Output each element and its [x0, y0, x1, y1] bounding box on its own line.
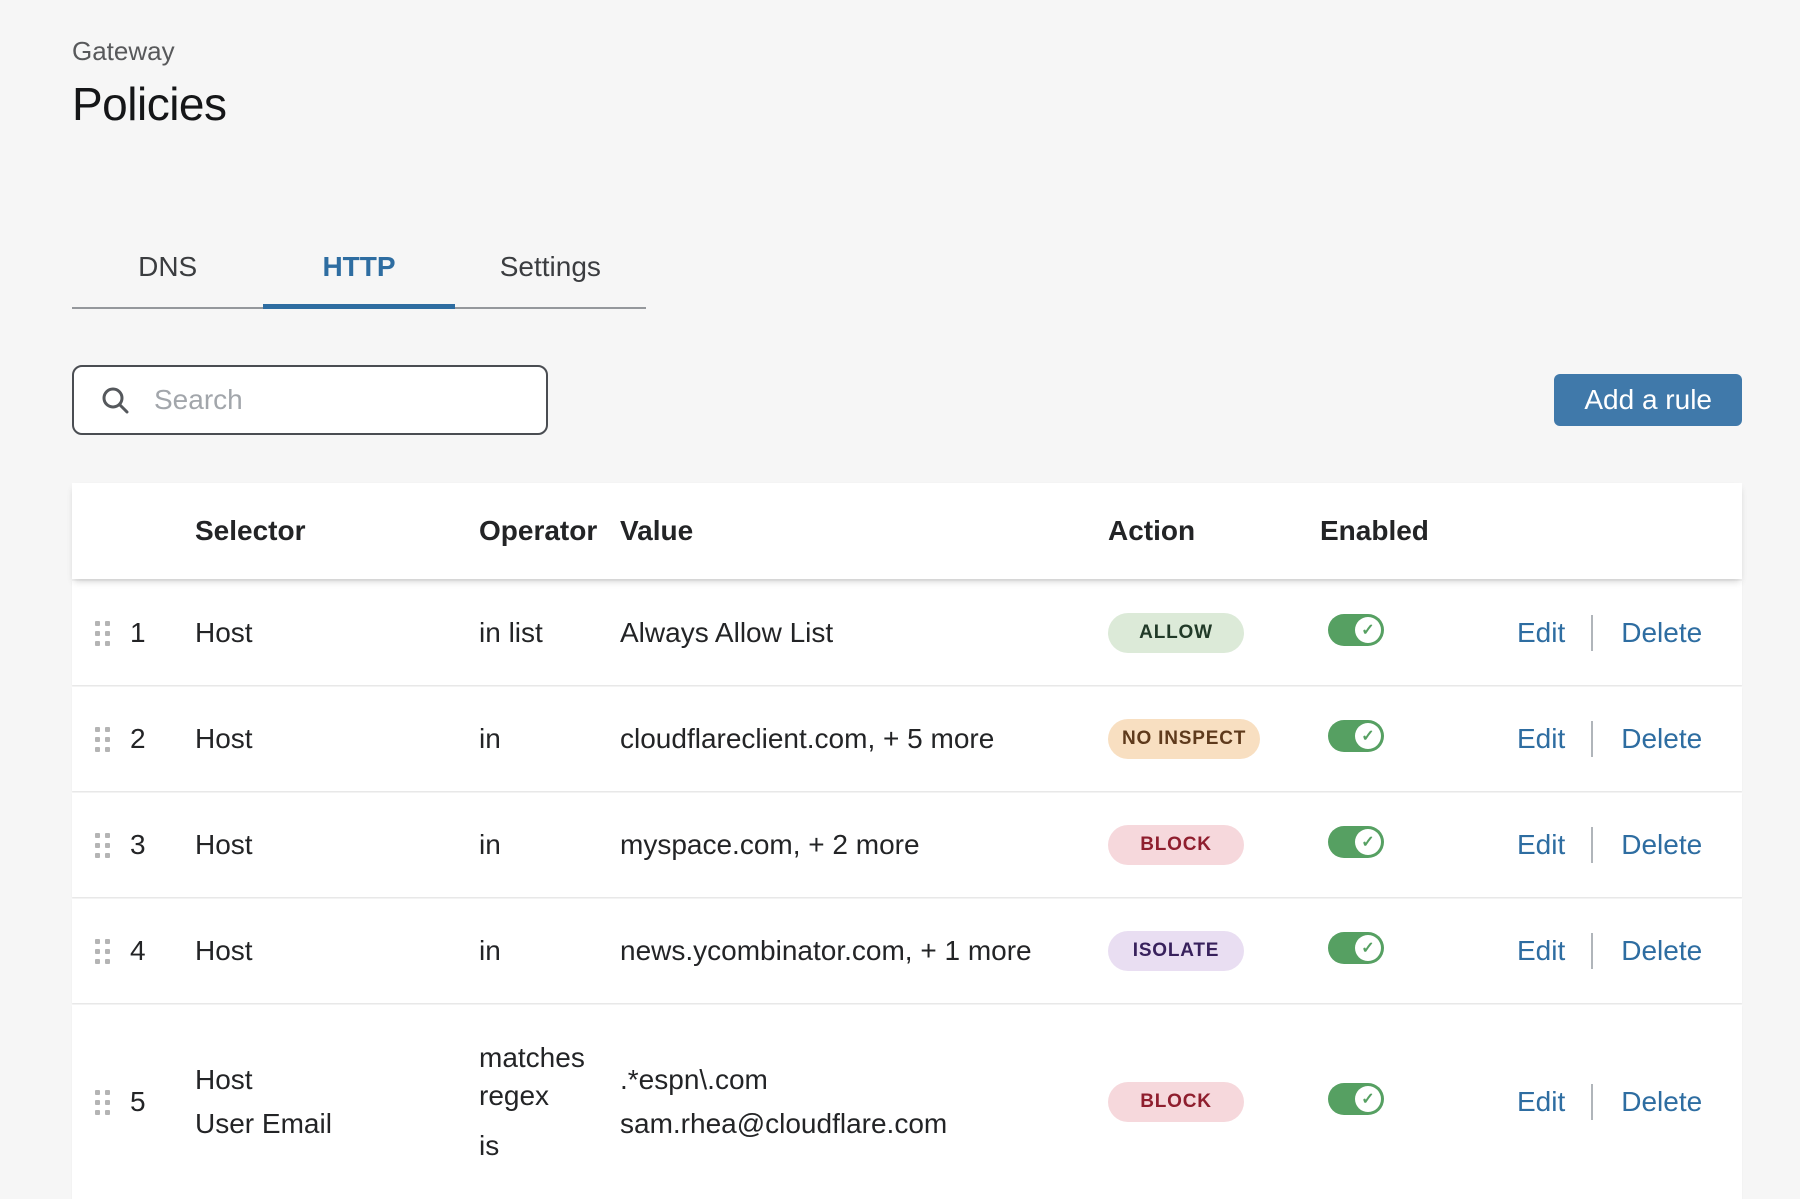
toolbar: Add a rule — [72, 365, 1742, 435]
action-badge: NO INSPECT — [1108, 719, 1260, 759]
add-rule-button[interactable]: Add a rule — [1554, 374, 1742, 426]
search-icon — [100, 385, 130, 415]
header-action: Action — [1108, 515, 1320, 547]
action-badge: BLOCK — [1108, 825, 1244, 865]
row-number: 1 — [130, 617, 146, 649]
row-number: 4 — [130, 935, 146, 967]
header-selector: Selector — [195, 515, 479, 547]
selector-cell: Host User Email — [195, 1064, 479, 1140]
breadcrumb: Gateway — [72, 36, 1742, 67]
row-number: 5 — [130, 1086, 146, 1118]
operator-cell: in list — [479, 617, 620, 649]
toggle-check-icon: ✓ — [1355, 723, 1381, 749]
enabled-toggle[interactable]: ✓ — [1328, 932, 1384, 964]
table-header: Selector Operator Value Action Enabled — [72, 483, 1742, 579]
selector-line: Host — [195, 1064, 479, 1096]
tab-dns[interactable]: DNS — [72, 235, 263, 309]
value-line: sam.rhea@cloudflare.com — [620, 1108, 1108, 1140]
operator-cell: in — [479, 829, 620, 861]
selector-cell: Host — [195, 723, 479, 755]
policies-table: Selector Operator Value Action Enabled 1… — [72, 483, 1742, 1199]
toggle-check-icon: ✓ — [1355, 829, 1381, 855]
operator-cell: matches regex is — [479, 1039, 620, 1165]
action-badge: ALLOW — [1108, 613, 1244, 653]
table-row: 4 Host in news.ycombinator.com, + 1 more… — [72, 899, 1742, 1003]
divider — [1591, 615, 1593, 651]
divider — [1591, 1084, 1593, 1120]
table-row: 3 Host in myspace.com, + 2 more BLOCK ✓ … — [72, 793, 1742, 897]
tab-settings[interactable]: Settings — [455, 235, 646, 309]
edit-link[interactable]: Edit — [1517, 829, 1565, 861]
operator-cell: in — [479, 935, 620, 967]
selector-cell: Host — [195, 617, 479, 649]
action-badge: ISOLATE — [1108, 931, 1244, 971]
edit-link[interactable]: Edit — [1517, 935, 1565, 967]
operator-line: matches regex — [479, 1039, 597, 1115]
value-cell: Always Allow List — [620, 617, 1108, 649]
row-number: 3 — [130, 829, 146, 861]
enabled-toggle[interactable]: ✓ — [1328, 614, 1384, 646]
selector-line: User Email — [195, 1108, 479, 1140]
row-number: 2 — [130, 723, 146, 755]
toggle-check-icon: ✓ — [1355, 935, 1381, 961]
drag-handle-icon[interactable] — [95, 727, 110, 752]
table-row: 2 Host in cloudflareclient.com, + 5 more… — [72, 687, 1742, 791]
search-box[interactable] — [72, 365, 548, 435]
page-title: Policies — [72, 77, 1742, 131]
value-cell: myspace.com, + 2 more — [620, 829, 1108, 861]
action-badge: BLOCK — [1108, 1082, 1244, 1122]
tab-http[interactable]: HTTP — [263, 235, 454, 309]
header-value: Value — [620, 515, 1108, 547]
divider — [1591, 721, 1593, 757]
edit-link[interactable]: Edit — [1517, 723, 1565, 755]
value-cell: cloudflareclient.com, + 5 more — [620, 723, 1108, 755]
value-cell: .*espn\.com sam.rhea@cloudflare.com — [620, 1064, 1108, 1140]
divider — [1591, 933, 1593, 969]
search-input[interactable] — [152, 383, 516, 417]
delete-link[interactable]: Delete — [1621, 723, 1702, 755]
header-operator: Operator — [479, 515, 620, 547]
divider — [1591, 827, 1593, 863]
edit-link[interactable]: Edit — [1517, 617, 1565, 649]
delete-link[interactable]: Delete — [1621, 617, 1702, 649]
operator-cell: in — [479, 723, 620, 755]
delete-link[interactable]: Delete — [1621, 1086, 1702, 1118]
drag-handle-icon[interactable] — [95, 621, 110, 646]
selector-cell: Host — [195, 829, 479, 861]
enabled-toggle[interactable]: ✓ — [1328, 1083, 1384, 1115]
edit-link[interactable]: Edit — [1517, 1086, 1565, 1118]
delete-link[interactable]: Delete — [1621, 935, 1702, 967]
value-line: .*espn\.com — [620, 1064, 1108, 1096]
header-enabled: Enabled — [1320, 515, 1517, 547]
table-row: 5 Host User Email matches regex is .*esp… — [72, 1005, 1742, 1199]
enabled-toggle[interactable]: ✓ — [1328, 720, 1384, 752]
enabled-toggle[interactable]: ✓ — [1328, 826, 1384, 858]
drag-handle-icon[interactable] — [95, 833, 110, 858]
delete-link[interactable]: Delete — [1621, 829, 1702, 861]
operator-line: is — [479, 1127, 597, 1165]
tab-bar: DNS HTTP Settings — [72, 235, 646, 309]
toggle-check-icon: ✓ — [1355, 617, 1381, 643]
drag-handle-icon[interactable] — [95, 939, 110, 964]
table-row: 1 Host in list Always Allow List ALLOW ✓… — [72, 581, 1742, 685]
main-content: Gateway Policies DNS HTTP Settings Add a… — [72, 0, 1742, 1199]
toggle-check-icon: ✓ — [1355, 1086, 1381, 1112]
value-cell: news.ycombinator.com, + 1 more — [620, 935, 1108, 967]
drag-handle-icon[interactable] — [95, 1090, 110, 1115]
selector-cell: Host — [195, 935, 479, 967]
